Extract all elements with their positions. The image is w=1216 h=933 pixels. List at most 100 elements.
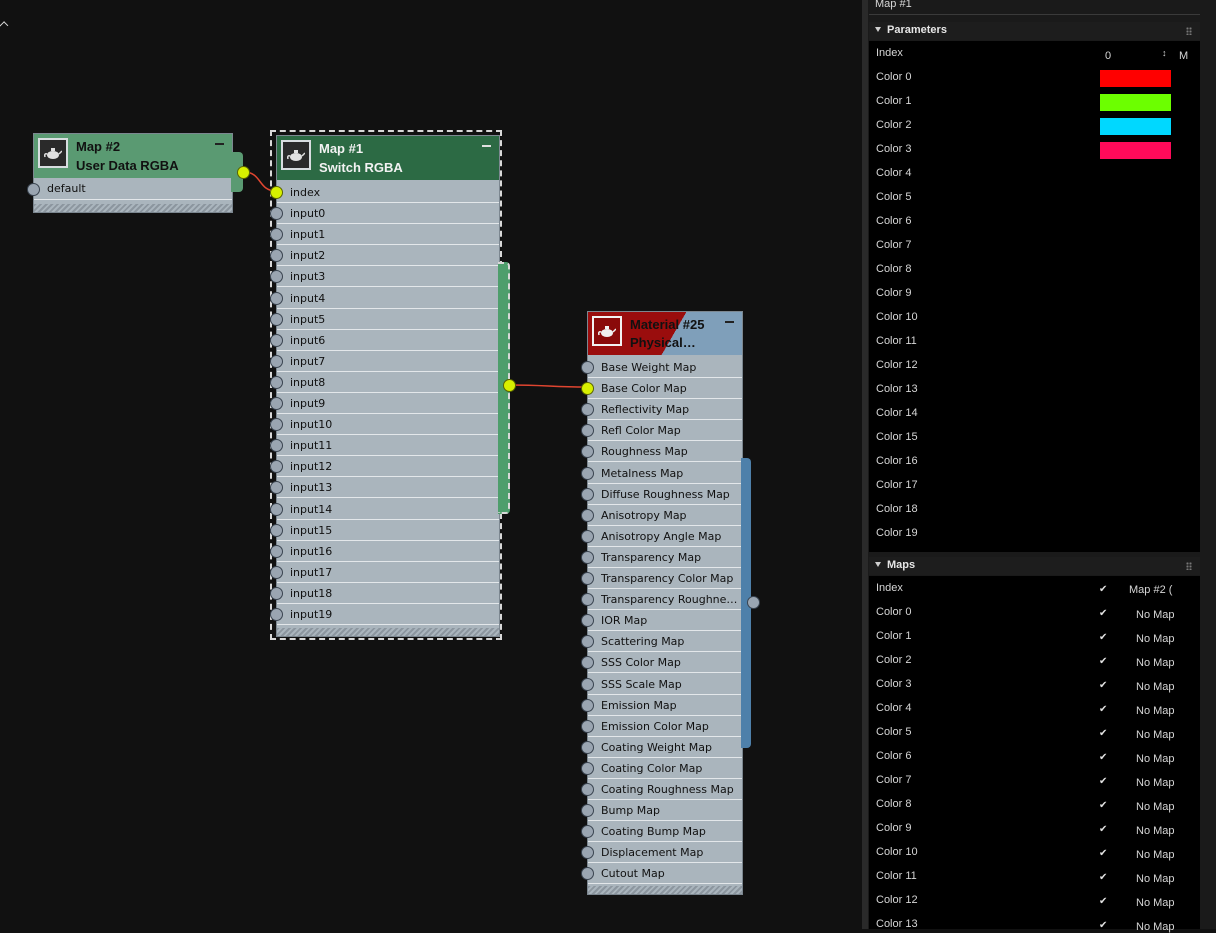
map-enable-checkbox[interactable]: ✔ <box>1099 920 1107 931</box>
port-row[interactable]: input2 <box>277 245 499 267</box>
collapse-button[interactable] <box>725 321 734 323</box>
port-row[interactable]: Displacement Map <box>588 842 742 864</box>
map-enable-checkbox[interactable]: ✔ <box>1099 752 1107 763</box>
port-row[interactable]: input8 <box>277 372 499 393</box>
map-slot-button[interactable]: No Map <box>1136 801 1175 813</box>
port-row[interactable]: input4 <box>277 288 499 309</box>
output-socket-map2[interactable] <box>237 166 250 179</box>
port-row[interactable]: Base Color Map <box>588 378 742 400</box>
input-socket[interactable] <box>270 608 283 622</box>
port-row[interactable]: Coating Roughness Map <box>588 779 742 801</box>
port-row[interactable]: Coating Color Map <box>588 758 742 779</box>
node-material25[interactable]: Material #25 Physical… Base Weight Map Ba… <box>581 311 743 895</box>
port-row[interactable]: Reflectivity Map <box>588 399 742 421</box>
output-socket-map1[interactable] <box>503 379 516 392</box>
input-socket[interactable] <box>270 333 283 347</box>
input-socket[interactable] <box>270 544 283 558</box>
port-row[interactable]: index <box>277 182 499 204</box>
map-enable-checkbox[interactable]: ✔ <box>1099 728 1107 739</box>
input-socket[interactable] <box>581 698 594 712</box>
map-slot-button[interactable]: No Map <box>1136 681 1175 693</box>
map-enable-checkbox[interactable]: ✔ <box>1099 800 1107 811</box>
map-enable-checkbox[interactable]: ✔ <box>1099 704 1107 715</box>
input-socket[interactable] <box>581 572 594 586</box>
port-row[interactable]: input6 <box>277 330 499 351</box>
map-slot-button[interactable]: No Map <box>1136 777 1175 789</box>
port-row[interactable]: SSS Scale Map <box>588 674 742 695</box>
port-row[interactable]: Transparency Roughnes… <box>588 589 742 611</box>
input-socket[interactable] <box>270 354 283 368</box>
port-row[interactable]: IOR Map <box>588 610 742 632</box>
checkbox-index[interactable]: ✔ <box>1099 584 1107 595</box>
port-row[interactable]: default <box>34 178 232 200</box>
panel-splitter[interactable] <box>862 0 868 929</box>
output-socket-material25[interactable] <box>747 596 760 609</box>
input-socket[interactable] <box>581 361 594 375</box>
port-row[interactable]: input14 <box>277 499 499 520</box>
map-enable-checkbox[interactable]: ✔ <box>1099 872 1107 883</box>
node-header[interactable]: Material #25 Physical… <box>588 312 742 355</box>
color-swatch[interactable] <box>1100 94 1171 111</box>
color-swatch[interactable] <box>1100 118 1171 135</box>
input-socket[interactable] <box>270 565 283 579</box>
port-row[interactable]: Diffuse Roughness Map <box>588 484 742 505</box>
map-slot-button[interactable]: No Map <box>1136 705 1175 717</box>
port-row[interactable]: input1 <box>277 224 499 246</box>
input-socket[interactable] <box>581 508 594 522</box>
map-enable-checkbox[interactable]: ✔ <box>1099 824 1107 835</box>
map-slot-button[interactable]: No Map <box>1136 729 1175 741</box>
input-socket[interactable] <box>270 291 283 305</box>
port-row[interactable]: input12 <box>277 456 499 478</box>
input-socket[interactable] <box>270 375 283 389</box>
port-row[interactable]: Metalness Map <box>588 463 742 484</box>
port-row[interactable]: input3 <box>277 266 499 288</box>
port-row[interactable]: input17 <box>277 562 499 583</box>
rollout-parameters-header[interactable]: Parameters <box>869 22 1200 40</box>
input-socket[interactable] <box>581 466 594 480</box>
map-slot-button[interactable]: No Map <box>1136 753 1175 765</box>
input-socket[interactable] <box>581 719 594 733</box>
port-row[interactable]: input10 <box>277 414 499 436</box>
scrollbar[interactable] <box>1200 0 1216 929</box>
node-editor-canvas[interactable]: Map #2 User Data RGBA default Map #1 Swi… <box>0 0 862 929</box>
map-button[interactable]: M <box>1179 50 1188 62</box>
map-slot-button[interactable]: No Map <box>1136 825 1175 837</box>
port-row[interactable]: input11 <box>277 435 499 457</box>
index-spinner-value[interactable]: 0 <box>1105 50 1111 62</box>
map-enable-checkbox[interactable]: ✔ <box>1099 656 1107 667</box>
port-row[interactable]: input18 <box>277 583 499 604</box>
port-row[interactable]: Base Weight Map <box>588 357 742 379</box>
collapse-button[interactable] <box>482 145 491 147</box>
port-row[interactable]: Anisotropy Map <box>588 505 742 526</box>
map-slot-button[interactable]: No Map <box>1136 849 1175 861</box>
input-socket[interactable] <box>581 550 594 564</box>
port-row[interactable]: Emission Map <box>588 695 742 716</box>
map-enable-checkbox[interactable]: ✔ <box>1099 632 1107 643</box>
collapse-button[interactable] <box>215 143 224 145</box>
map-slot-button[interactable]: No Map <box>1136 657 1175 669</box>
port-row[interactable]: Cutout Map <box>588 863 742 885</box>
input-socket[interactable] <box>270 523 283 537</box>
input-socket[interactable] <box>581 677 594 691</box>
port-row[interactable]: Transparency Map <box>588 547 742 568</box>
port-row[interactable]: input16 <box>277 541 499 562</box>
input-socket[interactable] <box>581 783 594 797</box>
map-enable-checkbox[interactable]: ✔ <box>1099 608 1107 619</box>
map-slot-button[interactable]: No Map <box>1136 921 1175 933</box>
map-slot-button[interactable]: No Map <box>1136 633 1175 645</box>
node-map2[interactable]: Map #2 User Data RGBA default <box>27 133 233 213</box>
port-row[interactable]: SSS Color Map <box>588 652 742 674</box>
input-socket[interactable] <box>27 182 40 196</box>
port-row[interactable]: Anisotropy Angle Map <box>588 526 742 547</box>
port-row[interactable]: input7 <box>277 351 499 372</box>
input-socket[interactable] <box>270 586 283 600</box>
port-row[interactable]: Scattering Map <box>588 631 742 653</box>
port-row[interactable]: input0 <box>277 203 499 225</box>
input-socket[interactable] <box>270 397 283 411</box>
port-row[interactable]: Emission Color Map <box>588 716 742 737</box>
map-enable-checkbox[interactable]: ✔ <box>1099 896 1107 907</box>
map-button-index[interactable]: Map #2 ( <box>1129 584 1172 596</box>
port-row[interactable]: input5 <box>277 309 499 330</box>
input-socket[interactable] <box>270 186 283 200</box>
node-header[interactable]: Map #1 Switch RGBA <box>277 136 499 180</box>
